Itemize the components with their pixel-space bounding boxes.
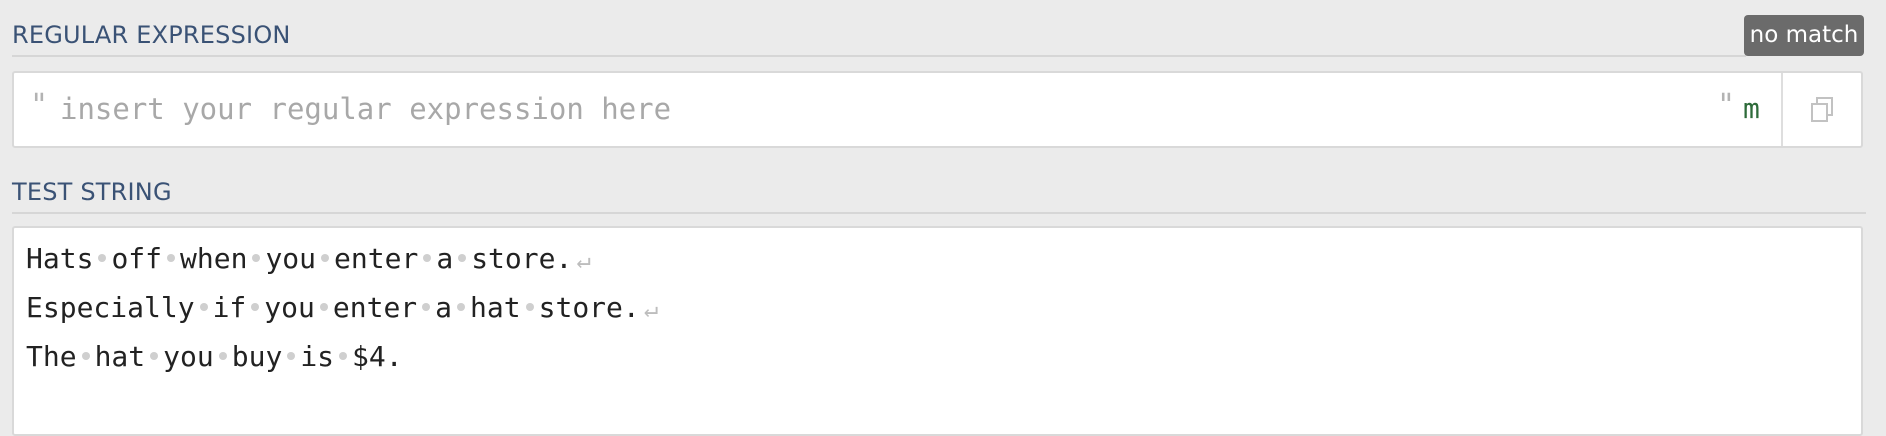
test-string-word: enter (332, 291, 418, 324)
whitespace-marker (167, 254, 176, 262)
whitespace-marker (321, 254, 330, 262)
test-string-word: is (300, 340, 335, 373)
regex-section-title: REGULAR EXPRESSION (12, 21, 291, 49)
test-string-word: a (436, 242, 454, 275)
copy-icon (1811, 97, 1833, 122)
test-string-word: $4. (352, 340, 403, 373)
regex-flags-button[interactable]: m (1743, 92, 1760, 125)
test-string-word: if (212, 291, 247, 324)
regex-section-header: REGULAR EXPRESSION (12, 13, 1746, 57)
test-string-word: buy (231, 340, 283, 373)
test-string-line: Hats off when you enter a store. ↵ (26, 242, 591, 275)
test-string-word: a (435, 291, 453, 324)
test-string-word: Hats (26, 242, 94, 275)
whitespace-marker (422, 303, 431, 311)
whitespace-marker (218, 352, 227, 360)
whitespace-marker (287, 352, 296, 360)
test-string-word: you (265, 242, 317, 275)
whitespace-marker (457, 303, 466, 311)
test-string-word: you (163, 340, 214, 373)
whitespace-marker (150, 352, 159, 360)
whitespace-marker (525, 303, 534, 311)
regex-editor: " " m (12, 71, 1863, 148)
test-string-word: hat (470, 291, 521, 324)
whitespace-marker (98, 254, 107, 262)
test-string-editor[interactable]: Hats off when you enter a store. ↵ Especially if y… (12, 226, 1863, 436)
test-string-word: off (111, 242, 163, 275)
regex-input[interactable] (60, 89, 1700, 129)
whitespace-marker (252, 254, 261, 262)
test-string-line: Especially if you enter a hat store. ↵ (26, 291, 658, 324)
regex-close-delimiter: " (1717, 88, 1736, 123)
whitespace-marker (339, 352, 348, 360)
test-string-word: Especially (26, 291, 195, 324)
test-section-header: TEST STRING (12, 170, 1866, 214)
newline-marker: ↵ (643, 295, 659, 323)
match-status-badge: no match (1744, 15, 1864, 56)
whitespace-marker (319, 303, 328, 311)
test-string-word: store. (471, 242, 573, 275)
test-string-word: enter (334, 242, 419, 275)
whitespace-marker (458, 254, 467, 262)
test-string-word: The (26, 340, 77, 373)
whitespace-marker (81, 352, 90, 360)
whitespace-marker (199, 303, 208, 311)
test-section-title: TEST STRING (12, 178, 172, 206)
copy-regex-button[interactable] (1781, 73, 1861, 146)
test-string-line: The hat you buy is $4. (26, 340, 403, 373)
whitespace-marker (423, 254, 432, 262)
regex-open-delimiter: " (30, 88, 49, 123)
newline-marker: ↵ (576, 246, 591, 274)
test-string-word: store. (538, 291, 640, 324)
test-string-word: hat (94, 340, 146, 373)
whitespace-marker (251, 303, 260, 311)
test-string-word: when (180, 242, 248, 275)
test-string-word: you (264, 291, 315, 324)
